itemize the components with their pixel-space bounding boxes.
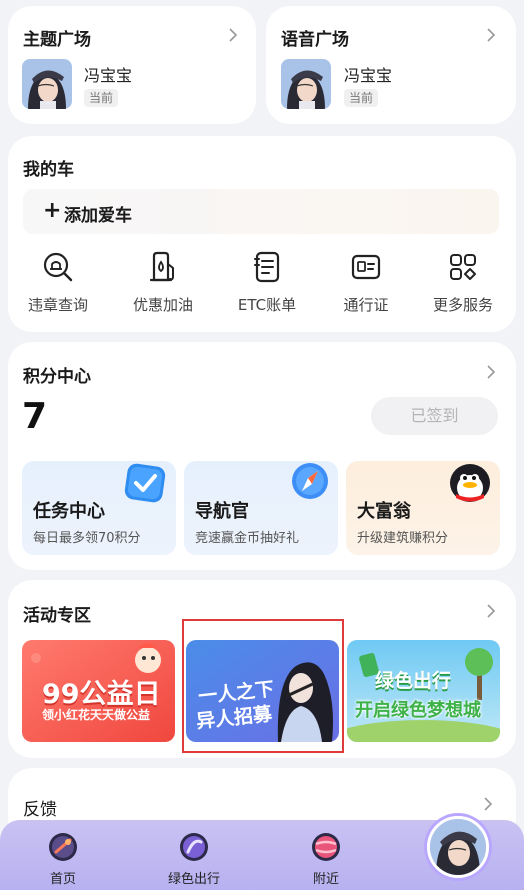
chevron-right-icon <box>226 28 240 42</box>
nav-home[interactable]: 首页 <box>23 830 103 887</box>
plus-icon: + <box>43 198 62 223</box>
service-etc[interactable]: ETC账单 <box>219 248 315 318</box>
nav-label: 首页 <box>49 872 76 887</box>
points-center-title[interactable]: 积分中心 <box>23 362 91 387</box>
nav-nearby[interactable]: 附近 <box>286 830 366 887</box>
green-travel-planet-icon <box>177 830 211 864</box>
theme-avatar <box>22 59 72 109</box>
theme-square-card[interactable]: 主题广场 冯宝宝 当前 <box>8 6 256 124</box>
banner-title: 绿色出行 <box>375 670 452 692</box>
penguin-icon <box>444 461 494 509</box>
chevron-right-icon <box>484 28 498 42</box>
feedback-title[interactable]: 反馈 <box>23 795 57 820</box>
charity-banner[interactable]: 99公益日 领小红花天天做公益 <box>22 640 175 742</box>
more-grid-icon <box>446 250 480 284</box>
current-badge: 当前 <box>84 89 119 107</box>
service-label: 通行证 <box>343 296 389 314</box>
compass-icon <box>282 461 332 509</box>
task-title: 导航官 <box>195 501 249 522</box>
theme-nickname: 冯宝宝 <box>84 66 133 85</box>
theme-square-title: 主题广场 <box>23 30 91 50</box>
chevron-right-icon[interactable] <box>481 797 495 811</box>
nav-label: 附近 <box>312 872 339 887</box>
task-title: 任务中心 <box>33 501 105 522</box>
fuel-icon <box>146 250 180 284</box>
profile-avatar[interactable] <box>427 816 489 878</box>
task-subtitle: 竞速赢金币抽好礼 <box>195 531 300 546</box>
pass-card-icon <box>349 250 383 284</box>
navigator-card[interactable]: 导航官 竞速赢金币抽好礼 <box>184 461 338 555</box>
service-label: 更多服务 <box>432 296 493 314</box>
service-violation[interactable]: 违章查询 <box>10 248 106 318</box>
yirenzhixia-banner[interactable]: 一人之下 异人招募 <box>186 640 339 742</box>
chevron-right-icon[interactable] <box>484 365 498 379</box>
service-label: 违章查询 <box>27 296 88 314</box>
service-pass[interactable]: 通行证 <box>318 248 414 318</box>
chevron-right-icon[interactable] <box>484 604 498 618</box>
checkbox-icon <box>120 461 170 509</box>
service-label: 优惠加油 <box>132 296 193 314</box>
voice-nickname: 冯宝宝 <box>344 66 393 85</box>
home-planet-icon <box>46 830 80 864</box>
green-travel-banner[interactable]: 绿色出行 开启绿色梦想城 <box>347 640 500 742</box>
task-subtitle: 升级建筑赚积分 <box>357 531 449 546</box>
violation-search-icon <box>41 250 75 284</box>
banner-subtitle: 开启绿色梦想城 <box>355 700 481 721</box>
task-title: 大富翁 <box>357 501 411 522</box>
task-center-card[interactable]: 任务中心 每日最多领70积分 <box>22 461 176 555</box>
my-car-title: 我的车 <box>23 160 74 180</box>
etc-bill-icon <box>250 250 284 284</box>
signed-in-button[interactable]: 已签到 <box>371 397 498 435</box>
points-value: 7 <box>22 396 48 437</box>
current-badge: 当前 <box>344 89 379 107</box>
voice-square-title: 语音广场 <box>281 30 349 50</box>
task-subtitle: 每日最多领70积分 <box>33 531 141 546</box>
service-more[interactable]: 更多服务 <box>415 248 511 318</box>
nav-green-travel[interactable]: 绿色出行 <box>154 830 234 887</box>
nav-label: 绿色出行 <box>167 872 220 887</box>
service-label: ETC账单 <box>237 296 297 314</box>
monopoly-card[interactable]: 大富翁 升级建筑赚积分 <box>346 461 500 555</box>
voice-avatar <box>281 59 331 109</box>
add-car-button[interactable]: + 添加爱车 <box>23 189 499 234</box>
nearby-planet-icon <box>309 830 343 864</box>
service-fuel[interactable]: 优惠加油 <box>115 248 211 318</box>
add-car-label: 添加爱车 <box>64 206 132 226</box>
activities-title[interactable]: 活动专区 <box>23 601 91 626</box>
voice-square-card[interactable]: 语音广场 冯宝宝 当前 <box>266 6 516 124</box>
banner-subtitle: 领小红花天天做公益 <box>42 708 151 722</box>
